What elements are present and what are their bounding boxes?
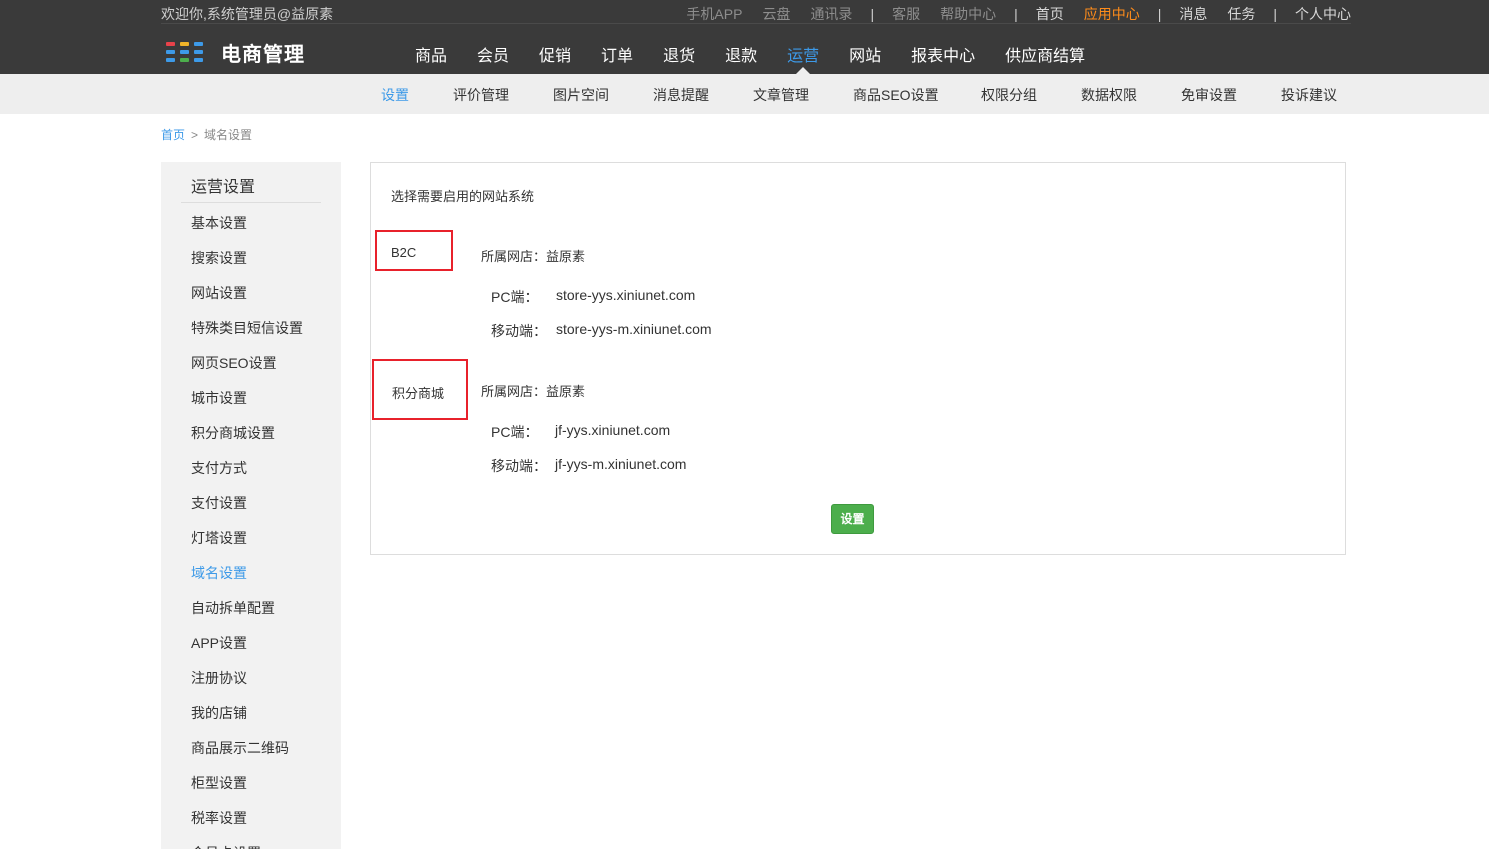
- sidebar-item[interactable]: 我的店铺: [191, 703, 303, 738]
- main-nav-item[interactable]: 运营: [787, 42, 819, 74]
- breadcrumb-current: 域名设置: [204, 128, 253, 142]
- sidebar-item[interactable]: 税率设置: [191, 808, 303, 843]
- top-links: 手机APP 云盘 通讯录 | 客服 帮助中心 | 首页 应用中心 | 消息 任务 | 个人中心: [666, 4, 1351, 24]
- domain-settings-panel: 选择需要启用的网站系统 B2C 所属网店：益原素 PC端： store-yys.…: [370, 162, 1346, 555]
- save-settings-button[interactable]: 设置: [831, 504, 874, 534]
- sidebar-item[interactable]: 特殊类目短信设置: [191, 318, 303, 353]
- sidebar-item[interactable]: 支付设置: [191, 493, 303, 528]
- sidebar-item[interactable]: 注册协议: [191, 668, 303, 703]
- sub-nav-item[interactable]: 商品SEO设置: [853, 85, 939, 105]
- sub-nav-item[interactable]: 权限分组: [981, 85, 1037, 105]
- sub-nav-item[interactable]: 图片空间: [553, 85, 609, 105]
- sub-nav-item[interactable]: 设置: [381, 85, 409, 105]
- logo-text: 电商管理: [221, 44, 305, 66]
- main-nav-item[interactable]: 报表中心: [911, 42, 975, 74]
- sidebar-item[interactable]: 灯塔设置: [191, 528, 303, 563]
- sidebar-list: 基本设置 搜索设置 网站设置 特殊类目短信设置 网页SEO设置 城市设置 积分商城设置 支付方…: [191, 213, 303, 849]
- top-link[interactable]: 帮助中心: [940, 4, 996, 24]
- system-name: B2C: [391, 245, 417, 260]
- top-link-separator: |: [1157, 6, 1162, 22]
- sub-nav-item[interactable]: 投诉建议: [1281, 85, 1337, 105]
- sidebar-divider: [181, 202, 321, 203]
- welcome-text: 欢迎你,系统管理员@益原素: [161, 6, 334, 22]
- breadcrumb: 首页 > 域名设置: [161, 126, 252, 143]
- header-divider: [161, 23, 1351, 24]
- sidebar-item[interactable]: 域名设置: [191, 563, 303, 598]
- sidebar-item[interactable]: 商品展示二维码: [191, 738, 303, 773]
- app-logo[interactable]: 电商管理: [166, 38, 305, 67]
- sub-nav-item[interactable]: 数据权限: [1081, 85, 1137, 105]
- top-link[interactable]: 任务: [1227, 4, 1255, 24]
- top-link[interactable]: 应用中心: [1084, 4, 1140, 24]
- panel-heading: 选择需要启用的网站系统: [391, 189, 535, 204]
- top-link[interactable]: 首页: [1036, 4, 1064, 24]
- store-info: 所属网店：益原素: [481, 384, 586, 399]
- sidebar-item[interactable]: 会员卡设置: [191, 843, 303, 849]
- sidebar-item[interactable]: 柜型设置: [191, 773, 303, 808]
- main-nav-item[interactable]: 会员: [477, 42, 509, 74]
- top-link-separator: |: [1273, 6, 1277, 22]
- sidebar-item[interactable]: APP设置: [191, 633, 303, 668]
- sub-nav-item[interactable]: 免审设置: [1181, 85, 1237, 105]
- pc-url-value: jf-yys.xiniunet.com: [555, 422, 671, 438]
- breadcrumb-home[interactable]: 首页: [161, 128, 185, 142]
- main-nav-item[interactable]: 供应商结算: [1005, 42, 1085, 74]
- sidebar-item[interactable]: 搜索设置: [191, 248, 303, 283]
- sidebar-item[interactable]: 网页SEO设置: [191, 353, 303, 388]
- main-nav: 商品 会员 促销 订单 退货 退款 运营 网站 报表中心 供应商结算: [400, 42, 1100, 74]
- system-option-points-mall[interactable]: 积分商城: [372, 359, 468, 420]
- top-link-separator: |: [1014, 6, 1018, 22]
- main-nav-item[interactable]: 退款: [725, 42, 757, 74]
- top-link[interactable]: 手机APP: [686, 4, 742, 24]
- main-nav-item[interactable]: 退货: [663, 42, 695, 74]
- main-nav-item[interactable]: 网站: [849, 42, 881, 74]
- mobile-url-label: 移动端：: [491, 323, 547, 339]
- mobile-url-value: store-yys-m.xiniunet.com: [556, 321, 712, 337]
- top-link[interactable]: 消息: [1179, 4, 1207, 24]
- top-header: 欢迎你,系统管理员@益原素 手机APP 云盘 通讯录 | 客服 帮助中心 | 首页 应用中心 | 消…: [0, 0, 1489, 74]
- sub-nav-item[interactable]: 文章管理: [753, 85, 809, 105]
- mobile-url-value: jf-yys-m.xiniunet.com: [555, 456, 687, 472]
- mobile-url-label: 移动端：: [491, 458, 547, 474]
- sidebar-item[interactable]: 自动拆单配置: [191, 598, 303, 633]
- sidebar-item[interactable]: 网站设置: [191, 283, 303, 318]
- sidebar-item[interactable]: 基本设置: [191, 213, 303, 248]
- system-name: 积分商城: [392, 386, 445, 401]
- main-nav-item[interactable]: 订单: [601, 42, 633, 74]
- sidebar-title: 运营设置: [191, 179, 256, 196]
- main-nav-item[interactable]: 促销: [539, 42, 571, 74]
- sidebar-item[interactable]: 积分商城设置: [191, 423, 303, 458]
- sidebar: 运营设置 基本设置 搜索设置 网站设置 特殊类目短信设置 网页SEO设置 城市设置 积分商城…: [161, 162, 341, 849]
- breadcrumb-separator: >: [191, 128, 199, 142]
- top-link-separator: |: [870, 6, 875, 22]
- sidebar-item[interactable]: 支付方式: [191, 458, 303, 493]
- sub-nav-item[interactable]: 消息提醒: [653, 85, 709, 105]
- top-link[interactable]: 客服: [892, 4, 920, 24]
- store-info: 所属网店：益原素: [481, 249, 586, 264]
- top-link[interactable]: 云盘: [762, 4, 790, 24]
- top-link[interactable]: 通讯录: [810, 4, 852, 24]
- sidebar-item[interactable]: 城市设置: [191, 388, 303, 423]
- pc-url-label: PC端：: [491, 424, 539, 440]
- system-option-b2c[interactable]: B2C: [375, 230, 453, 271]
- top-link[interactable]: 个人中心: [1295, 4, 1351, 24]
- grid-logo-icon: [166, 41, 206, 64]
- sub-nav-item[interactable]: 评价管理: [453, 85, 509, 105]
- sub-nav: 设置 评价管理 图片空间 消息提醒 文章管理 商品SEO设置 权限分组 数据权限 免审设置 投诉建…: [0, 74, 1489, 114]
- pc-url-label: PC端：: [491, 289, 539, 305]
- pc-url-value: store-yys.xiniunet.com: [556, 287, 696, 303]
- main-nav-item[interactable]: 商品: [415, 42, 447, 74]
